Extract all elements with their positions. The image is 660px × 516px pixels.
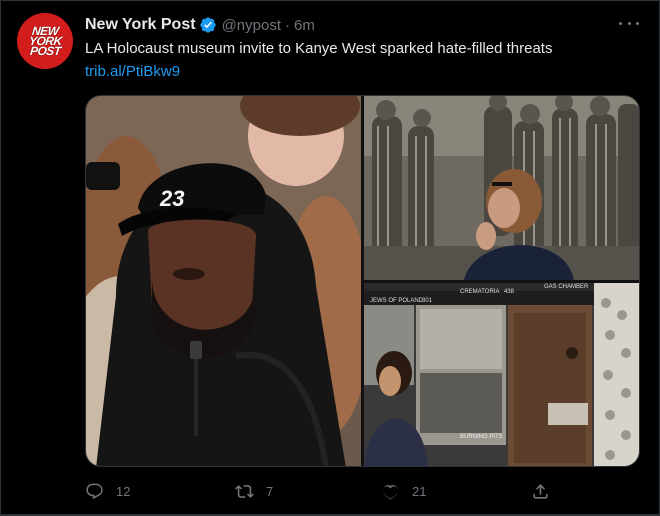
share-icon [533,483,548,499]
avatar-text-line-3: POST [28,44,62,58]
avatar[interactable]: NEW YORK POST [17,13,73,69]
heart-icon [383,484,398,499]
cap-logo-text: 23 [159,186,184,211]
media-grid: 23 JEWS OF POLAND 301 CREMATORIA 438 GAS… [85,95,640,467]
tweet-link[interactable]: trib.al/PtiBkw9 [85,62,180,82]
exhibit-sign-3: CREMATORIA [460,289,499,295]
like-count: 21 [412,483,427,499]
handle[interactable]: @nypost [222,17,281,34]
exhibit-sign-6: BURNING PITS [460,434,503,440]
like-button[interactable]: 21 [381,481,426,501]
photo-archive-prisoners[interactable] [364,96,639,280]
exhibit-sign-4: 438 [504,289,515,295]
tweet-text: LA Holocaust museum invite to Kanye West… [85,40,553,57]
reply-count: 12 [116,483,131,499]
exhibit-sign-1: JEWS OF POLAND [370,298,424,304]
photo-museum-exhibit[interactable]: JEWS OF POLAND 301 CREMATORIA 438 GAS CH… [364,283,639,466]
tweet-header: New York Post @nypost · 6m [85,15,315,35]
reply-button[interactable]: 12 [85,481,130,501]
photo-kanye-west[interactable]: 23 [86,96,361,466]
separator: · [284,16,290,34]
exhibit-sign-5: GAS CHAMBER [544,284,589,290]
exhibit-sign-2: 301 [422,298,433,304]
retweet-icon [235,484,254,498]
reply-icon [86,483,103,499]
retweet-count: 7 [266,483,274,499]
more-icon[interactable] [619,15,639,31]
tweet[interactable]: NEW YORK POST New York Post @nypost · 6m… [0,0,660,516]
verified-badge-icon [199,17,216,33]
display-name[interactable]: New York Post [85,16,196,34]
timestamp[interactable]: 6m [294,17,315,34]
retweet-button[interactable]: 7 [235,481,273,501]
tweet-actions: 12 7 21 [85,481,565,501]
share-button[interactable] [531,481,562,501]
